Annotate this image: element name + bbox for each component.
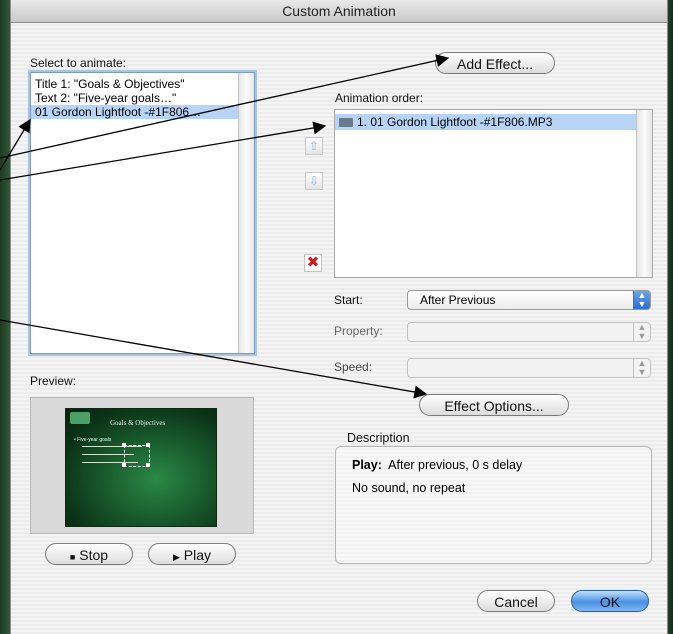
custom-animation-dialog: Custom Animation Select to animate: Titl…: [10, 0, 668, 634]
list-item[interactable]: Title 1: "Goals & Objectives": [35, 77, 184, 91]
property-label: Property:: [334, 324, 383, 338]
chevron-updown-icon: ▲ ▼: [633, 323, 650, 341]
select-to-animate-label: Select to animate:: [30, 56, 127, 70]
list-item-selected[interactable]: 01 Gordon Lightfoot -#1F806…: [31, 105, 238, 119]
animation-order-list[interactable]: 1. 01 Gordon Lightfoot -#1F806.MP3: [334, 109, 653, 278]
effect-options-button[interactable]: Effect Options...: [419, 394, 569, 416]
chevron-updown-icon: ▲ ▼: [633, 291, 650, 309]
up-arrow-icon: ⇧: [308, 139, 320, 153]
order-scrollbar[interactable]: [636, 110, 652, 277]
stop-square-icon: ■: [69, 552, 76, 562]
description-label: Description: [347, 431, 410, 445]
preview-pane: Goals & Objectives • Five-year goals: [30, 397, 254, 534]
move-up-button[interactable]: ⇧: [305, 137, 323, 155]
play-button[interactable]: ▶ Play: [148, 543, 236, 565]
description-line-1: Play: After previous, 0 s delay: [352, 458, 522, 472]
selection-handle: [146, 443, 150, 447]
stop-button-label: Stop: [79, 547, 109, 563]
slide-logo-icon: [70, 412, 90, 424]
animation-order-label: Animation order:: [335, 91, 424, 105]
cancel-button[interactable]: Cancel: [477, 590, 555, 612]
start-select[interactable]: After Previous ▲ ▼: [407, 290, 651, 310]
animation-order-item[interactable]: 1. 01 Gordon Lightfoot -#1F806.MP3: [335, 114, 636, 130]
selection-handle: [146, 463, 150, 467]
select-to-animate-list[interactable]: Title 1: "Goals & Objectives" Text 2: "F…: [30, 72, 255, 354]
slide-thumbnail: Goals & Objectives • Five-year goals: [65, 408, 217, 527]
stop-button[interactable]: ■ Stop: [45, 543, 133, 565]
slide-bullet: • Five-year goals: [74, 437, 112, 443]
animation-order-item-label: 1. 01 Gordon Lightfoot -#1F806.MP3: [357, 115, 553, 129]
window-title: Custom Animation: [11, 0, 667, 23]
list-item[interactable]: Text 2: "Five-year goals…": [35, 91, 176, 105]
ok-button[interactable]: OK: [571, 590, 649, 612]
delete-x-icon: ✖: [306, 254, 320, 271]
play-button-label: Play: [183, 547, 212, 563]
background-desktop-left: [0, 0, 10, 634]
description-value: After previous, 0 s delay: [388, 458, 523, 472]
speed-select[interactable]: ▲ ▼: [407, 358, 651, 378]
description-line-2: No sound, no repeat: [352, 481, 466, 495]
description-key: Play:: [352, 458, 382, 472]
preview-label: Preview:: [30, 374, 77, 388]
chevron-updown-icon: ▲ ▼: [633, 359, 650, 377]
move-down-button[interactable]: ⇩: [305, 172, 323, 190]
sound-clip-icon: [339, 118, 353, 128]
start-label: Start:: [334, 293, 363, 307]
selection-handle: [122, 443, 126, 447]
remove-effect-button[interactable]: ✖: [304, 254, 322, 272]
list-scrollbar[interactable]: [238, 73, 254, 353]
play-triangle-icon: ▶: [172, 552, 180, 562]
property-select[interactable]: ▲ ▼: [407, 322, 651, 342]
start-select-value: After Previous: [420, 293, 496, 307]
slide-title: Goals & Objectives: [110, 419, 166, 427]
speed-label: Speed:: [334, 360, 373, 374]
down-arrow-icon: ⇩: [308, 174, 320, 188]
selection-handle: [122, 463, 126, 467]
add-effect-button[interactable]: Add Effect...: [435, 52, 555, 74]
